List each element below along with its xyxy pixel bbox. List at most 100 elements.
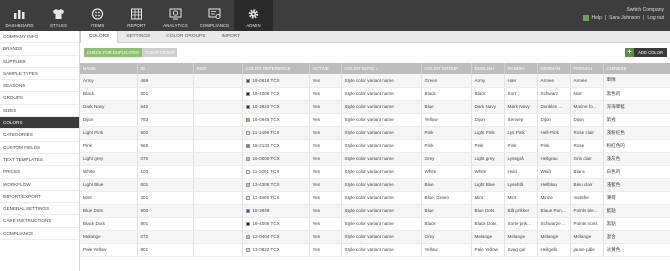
user-name[interactable]: Sara Johnson [609, 14, 640, 22]
column-header-name[interactable]: NAME [80, 63, 138, 74]
column-header-id[interactable]: ID [137, 63, 194, 74]
sidebar-item-workflow[interactable]: WORKFLOW [0, 179, 79, 191]
color-swatch [245, 156, 250, 161]
name-cell: Black [80, 87, 138, 101]
sidebar-item-colors[interactable]: COLORS [0, 117, 79, 130]
table-row[interactable]: Army 469 19-0516 TCX Yes Style color variant… [80, 74, 670, 88]
table-row[interactable]: Dark Navy 642 19-3923 TCX Yes Style color va… [80, 100, 670, 114]
table-row[interactable]: Pale Yellow 801 13-0822 TCX Yes Style color … [80, 243, 670, 257]
name-cell: Melange [80, 230, 138, 244]
nav-items-label: ITEMS [90, 23, 105, 28]
column-header-active[interactable]: ACTIVE [309, 63, 342, 74]
sidebar-item-sample-types[interactable]: SAMPLE TYPES [0, 68, 79, 81]
table-row[interactable]: Light grey 070 16-0000 TCX Yes Style color v… [80, 152, 670, 166]
check-duplicates-button[interactable]: CHECK FOR DUPLICATES [84, 48, 142, 57]
nav-items[interactable]: ITEMS [78, 0, 117, 31]
column-header-french[interactable]: FRENCH [570, 63, 604, 74]
color-swatch [245, 195, 250, 200]
color-reference-text: 13-4308 TCX [252, 182, 280, 187]
nav-dashboard[interactable]: DASHBOARD [0, 0, 39, 31]
column-header-german[interactable]: GERMAN [537, 63, 571, 74]
toolbar: CHECK FOR DUPLICATES CLEAR FILTER + ADD … [80, 43, 670, 61]
color-reference-cell: 13-4308 TCX [242, 178, 310, 192]
sidebar-item-seasons[interactable]: SEASONS [0, 80, 79, 93]
id-cell: 763 [137, 113, 194, 127]
sidebar-item-groups[interactable]: GROUPS [0, 92, 79, 105]
color-swatch [245, 208, 250, 213]
column-header-color-reference[interactable]: COLOR REFERENCE [242, 63, 310, 74]
table-row[interactable]: White 100 11-1001 TCX Yes Style color varian… [80, 165, 670, 179]
clear-filter-button[interactable]: CLEAR FILTER [142, 48, 178, 57]
tab-color-groups[interactable]: COLOR GROUPS [158, 31, 213, 43]
id-cell: 801 [137, 243, 194, 257]
sidebar-item-text-templates[interactable]: TEXT TEMPLATES [0, 154, 79, 167]
tab-colors[interactable]: COLORS [80, 31, 119, 43]
table-row[interactable]: Light Blue 601 13-4308 TCX Yes Style color v… [80, 178, 670, 192]
color-note-cell: Style color variant name [341, 230, 422, 244]
sidebar-item-import-export[interactable]: IMPORT/EXPORT [0, 191, 79, 204]
nav-admin[interactable]: ADMIN [234, 0, 273, 31]
table-row[interactable]: Melange 072 12-0404 TCX Yes Style color vari… [80, 230, 670, 244]
tab-settings[interactable]: SETTINGS [118, 31, 158, 43]
nav-analytics[interactable]: ANALYTICS [156, 0, 195, 31]
sidebar-item-custom-fields[interactable]: CUSTOM FIELDS [0, 142, 79, 154]
column-header-chinese[interactable]: CHINESE [603, 63, 670, 74]
color-group-cell: Pink [421, 126, 472, 140]
table-row[interactable]: Mint 401 11-4805 TCX Yes Style color variant… [80, 191, 670, 205]
name-cell: Pale Yellow [80, 243, 138, 257]
column-header-color-note[interactable]: COLOR NOTE ↓ [341, 63, 422, 74]
german-cell: Hellgelb [537, 243, 571, 257]
danish-cell: Mørk Navy [504, 100, 538, 114]
column-header-color-group[interactable]: COLOR GROUP [421, 63, 472, 74]
french-cell: Gris clair [570, 152, 604, 166]
table-row[interactable]: Light Pink 502 11-1408 TCX Yes Style color v… [80, 126, 670, 140]
sidebar-item-brands[interactable]: BRANDS [0, 43, 79, 56]
column-header-danish[interactable]: DANISH [504, 63, 538, 74]
nav-styles[interactable]: STYLES [39, 0, 78, 31]
table-row[interactable]: Pink 569 18-2133 TCX Yes Style color variant… [80, 139, 670, 153]
german-cell: Mélange [537, 230, 571, 244]
sidebar-item-prices[interactable]: PRICES [0, 166, 79, 179]
column-header-english[interactable]: ENGLISH [471, 63, 505, 74]
column-header-size[interactable]: SIZE [193, 63, 243, 74]
sidebar-item-company-info[interactable]: COMPANY INFO [0, 31, 79, 44]
logout-link[interactable]: Log out [647, 14, 664, 22]
table-row[interactable]: Blue Dots 900 18-3949 Yes Style color varian… [80, 204, 670, 218]
id-cell: 001 [137, 87, 194, 101]
color-reference-cell: 19-0516 TCX [242, 74, 310, 88]
notification-icon[interactable] [582, 15, 589, 21]
tab-import[interactable]: IMPORT [213, 31, 248, 43]
nav-report[interactable]: REPORT [117, 0, 156, 31]
sidebar-item-categories[interactable]: CATEGORIES [0, 129, 79, 142]
danish-cell: Lyseblå [504, 178, 538, 192]
sidebar-item-care-instructions[interactable]: CARE INSTRUCTIONS [0, 215, 79, 228]
active-cell: Yes [309, 113, 342, 127]
table-row[interactable]: Black 001 19-4006 TCX Yes Style color varian… [80, 87, 670, 101]
nav-compliance[interactable]: COMPLIANCE [195, 0, 234, 31]
color-group-cell: Yellow [421, 113, 472, 127]
sidebar-item-supplier[interactable]: SUPPLIER [0, 56, 79, 68]
size-cell [193, 74, 243, 88]
sidebar-item-compliance[interactable]: COMPLIANCE [0, 228, 79, 241]
active-cell: Yes [309, 204, 342, 218]
name-cell: Pink [80, 139, 138, 153]
color-group-cell: Yellow [421, 243, 472, 257]
size-cell [193, 87, 243, 101]
color-note-cell: Style color variant name [341, 100, 422, 114]
sidebar-item-sizes[interactable]: SIZES [0, 105, 79, 118]
sidebar-item-general-settings[interactable]: GENERAL SETTINGS [0, 203, 79, 216]
help-link[interactable]: Help [592, 14, 602, 22]
table-row[interactable]: Black Dots 901 19-4006 TCX Yes Style color v… [80, 217, 670, 231]
color-note-cell: Style color variant name [341, 178, 422, 192]
compliance-icon [208, 8, 221, 19]
report-icon [131, 8, 142, 20]
add-color-button[interactable]: + ADD COLOR [625, 48, 667, 57]
color-reference-text: 12-0404 TCX [252, 234, 280, 239]
english-cell: Mint [471, 191, 505, 205]
german-cell: Pink [537, 139, 571, 153]
danish-cell: Sorte prik... [504, 217, 538, 231]
french-cell: Rose clair [570, 126, 604, 140]
color-reference-cell: 12-0404 TCX [242, 230, 310, 244]
table-row[interactable]: Dijon 763 16-0945 TCX Yes Style color varian… [80, 113, 670, 127]
chinese-cell: 黑點 [603, 217, 670, 231]
